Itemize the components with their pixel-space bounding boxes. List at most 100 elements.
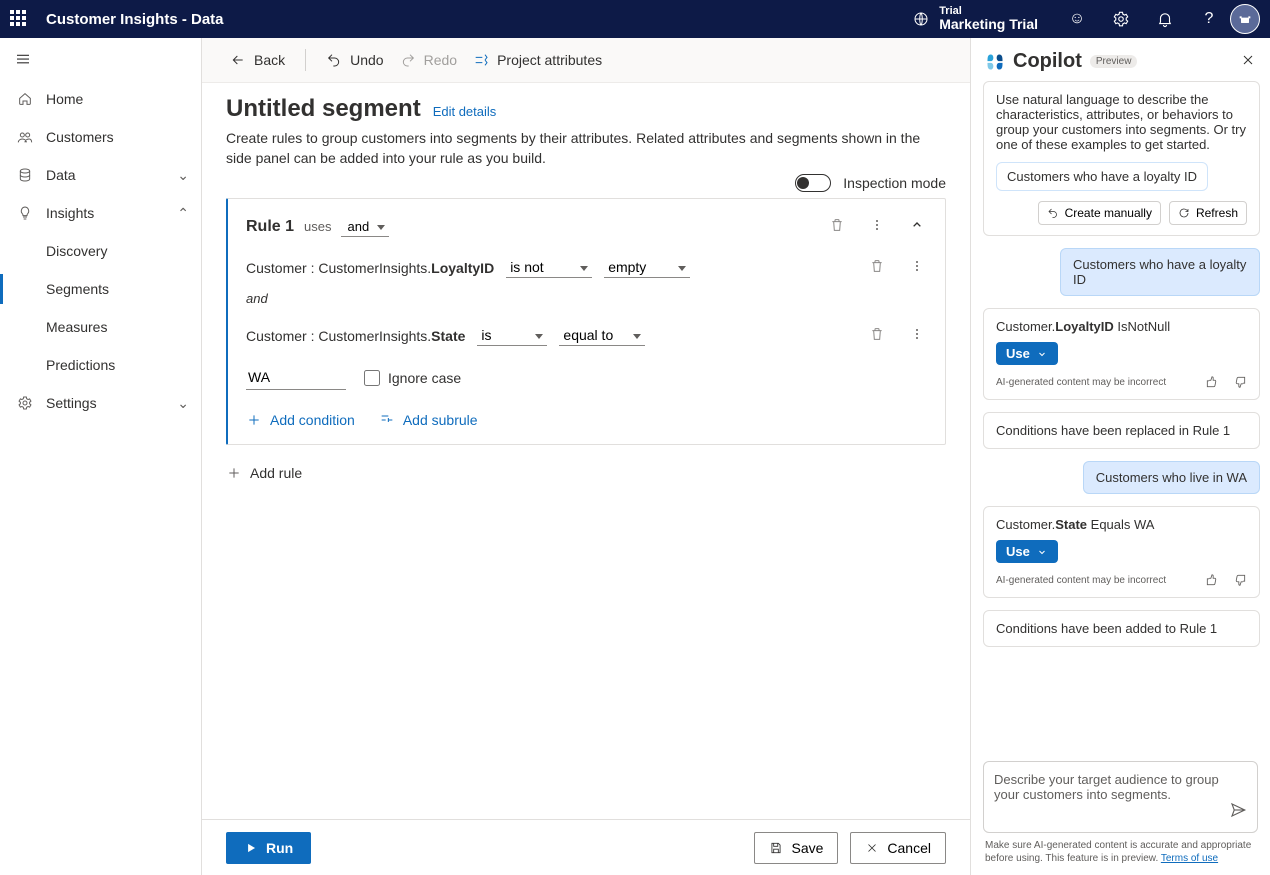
chevron-up-icon: ⌃ xyxy=(177,205,189,222)
ai-code: Customer.LoyaltyID IsNotNull xyxy=(996,319,1247,334)
plus-icon xyxy=(226,465,242,481)
inspection-mode-toggle[interactable] xyxy=(795,174,831,192)
gear-icon xyxy=(17,395,33,411)
send-button[interactable] xyxy=(1229,801,1247,822)
add-condition-button[interactable]: Add condition xyxy=(246,412,355,428)
main-area: Back Undo Redo Project attributes Untitl… xyxy=(202,38,970,875)
send-icon xyxy=(1229,801,1247,819)
sidebar-item-settings[interactable]: Settings ⌄ xyxy=(0,384,201,422)
app-title: Customer Insights - Data xyxy=(46,11,224,28)
create-manually-button[interactable]: Create manually xyxy=(1038,201,1161,225)
redo-icon xyxy=(400,52,416,68)
system-message: Conditions have been replaced in Rule 1 xyxy=(983,412,1260,449)
chevron-down-icon: ⌄ xyxy=(177,395,189,412)
redo-button: Redo xyxy=(396,44,461,76)
operator-select[interactable]: is xyxy=(477,325,547,346)
chevron-down-icon: ⌄ xyxy=(177,167,189,184)
operator-select[interactable]: is not xyxy=(506,257,592,278)
value-select[interactable]: equal to xyxy=(559,325,645,346)
copilot-body[interactable]: Use natural language to describe the cha… xyxy=(971,81,1270,751)
value-select[interactable]: empty xyxy=(604,257,690,278)
run-button[interactable]: Run xyxy=(226,832,311,864)
suggestion-pill[interactable]: Customers who have a loyalty ID xyxy=(996,162,1208,191)
sidebar-item-discovery[interactable]: Discovery xyxy=(0,232,201,270)
page-description: Create rules to group customers into seg… xyxy=(226,129,926,168)
undo-icon xyxy=(326,52,342,68)
nav-collapse-button[interactable] xyxy=(0,38,201,80)
project-attributes-button[interactable]: Project attributes xyxy=(469,44,606,76)
sidebar-item-segments[interactable]: Segments xyxy=(0,270,201,308)
sidebar-item-label: Insights xyxy=(46,205,94,221)
close-button[interactable] xyxy=(1240,52,1256,71)
condition-row-1: Customer : CustomerInsights.LoyaltyID is… xyxy=(246,256,927,279)
sidebar-item-label: Settings xyxy=(46,395,97,411)
sidebar-item-label: Measures xyxy=(46,319,107,335)
user-message: Customers who have a loyalty ID xyxy=(1060,248,1260,296)
ai-disclaimer: AI-generated content may be incorrect xyxy=(996,575,1166,586)
trash-icon xyxy=(869,326,885,342)
customers-icon xyxy=(17,129,33,145)
sidebar-item-label: Segments xyxy=(46,281,109,297)
rule-combiner-select[interactable]: and xyxy=(341,217,389,237)
use-button[interactable]: Use xyxy=(996,342,1058,365)
smiley-icon[interactable]: ☺ xyxy=(1068,10,1086,28)
sidebar-item-insights[interactable]: Insights ⌃ xyxy=(0,194,201,232)
system-message: Conditions have been added to Rule 1 xyxy=(983,610,1260,647)
more-vertical-icon xyxy=(909,326,925,342)
condition-and-label: and xyxy=(246,291,927,306)
trash-icon xyxy=(869,258,885,274)
condition-attribute: Customer : CustomerInsights.State xyxy=(246,328,465,344)
copilot-input[interactable]: Describe your target audience to group y… xyxy=(983,761,1258,833)
terms-link[interactable]: Terms of use xyxy=(1161,853,1218,864)
delete-condition-button[interactable] xyxy=(867,324,887,347)
back-button[interactable]: Back xyxy=(226,44,289,76)
close-icon xyxy=(1240,52,1256,68)
sidebar: Home Customers Data ⌄ Insights ⌃ Discove… xyxy=(0,38,202,875)
edit-details-link[interactable]: Edit details xyxy=(433,104,497,119)
undo-icon xyxy=(1047,207,1059,219)
copilot-intro-card: Use natural language to describe the cha… xyxy=(983,81,1260,236)
rule-more-button[interactable] xyxy=(867,215,887,238)
sidebar-item-label: Discovery xyxy=(46,243,107,259)
refresh-button[interactable]: Refresh xyxy=(1169,201,1247,225)
close-icon xyxy=(865,841,879,855)
ai-disclaimer: AI-generated content may be incorrect xyxy=(996,377,1166,388)
use-button[interactable]: Use xyxy=(996,540,1058,563)
delete-condition-button[interactable] xyxy=(867,256,887,279)
sidebar-item-label: Home xyxy=(46,91,83,107)
thumbs-up-icon[interactable] xyxy=(1205,573,1219,587)
ai-response-card: Customer.LoyaltyID IsNotNull Use AI-gene… xyxy=(983,308,1260,400)
thumbs-down-icon[interactable] xyxy=(1233,375,1247,389)
condition-more-button[interactable] xyxy=(907,324,927,347)
env-name: Marketing Trial xyxy=(939,17,1038,32)
sidebar-item-data[interactable]: Data ⌄ xyxy=(0,156,201,194)
refresh-icon xyxy=(1178,207,1190,219)
sidebar-item-customers[interactable]: Customers xyxy=(0,118,201,156)
gear-icon[interactable] xyxy=(1112,10,1130,28)
cancel-button[interactable]: Cancel xyxy=(850,832,946,864)
add-rule-button[interactable]: Add rule xyxy=(226,465,302,481)
save-button[interactable]: Save xyxy=(754,832,838,864)
sidebar-item-measures[interactable]: Measures xyxy=(0,308,201,346)
thumbs-down-icon[interactable] xyxy=(1233,573,1247,587)
avatar[interactable] xyxy=(1230,4,1260,34)
bell-icon[interactable] xyxy=(1156,10,1174,28)
app-launcher-icon[interactable] xyxy=(10,10,28,28)
more-vertical-icon xyxy=(909,258,925,274)
topbar: Customer Insights - Data Trial Marketing… xyxy=(0,0,1270,38)
add-subrule-button[interactable]: Add subrule xyxy=(379,412,478,428)
chevron-up-icon xyxy=(909,217,925,233)
ignore-case-checkbox[interactable]: Ignore case xyxy=(364,370,461,386)
sidebar-item-predictions[interactable]: Predictions xyxy=(0,346,201,384)
data-icon xyxy=(17,167,33,183)
environment-picker[interactable]: Trial Marketing Trial xyxy=(913,5,1038,32)
attributes-icon xyxy=(473,52,489,68)
help-icon[interactable]: ? xyxy=(1200,10,1218,28)
condition-more-button[interactable] xyxy=(907,256,927,279)
collapse-rule-button[interactable] xyxy=(907,215,927,238)
thumbs-up-icon[interactable] xyxy=(1205,375,1219,389)
sidebar-item-home[interactable]: Home xyxy=(0,80,201,118)
undo-button[interactable]: Undo xyxy=(322,44,387,76)
delete-rule-button[interactable] xyxy=(827,215,847,238)
value-input[interactable] xyxy=(246,365,346,390)
